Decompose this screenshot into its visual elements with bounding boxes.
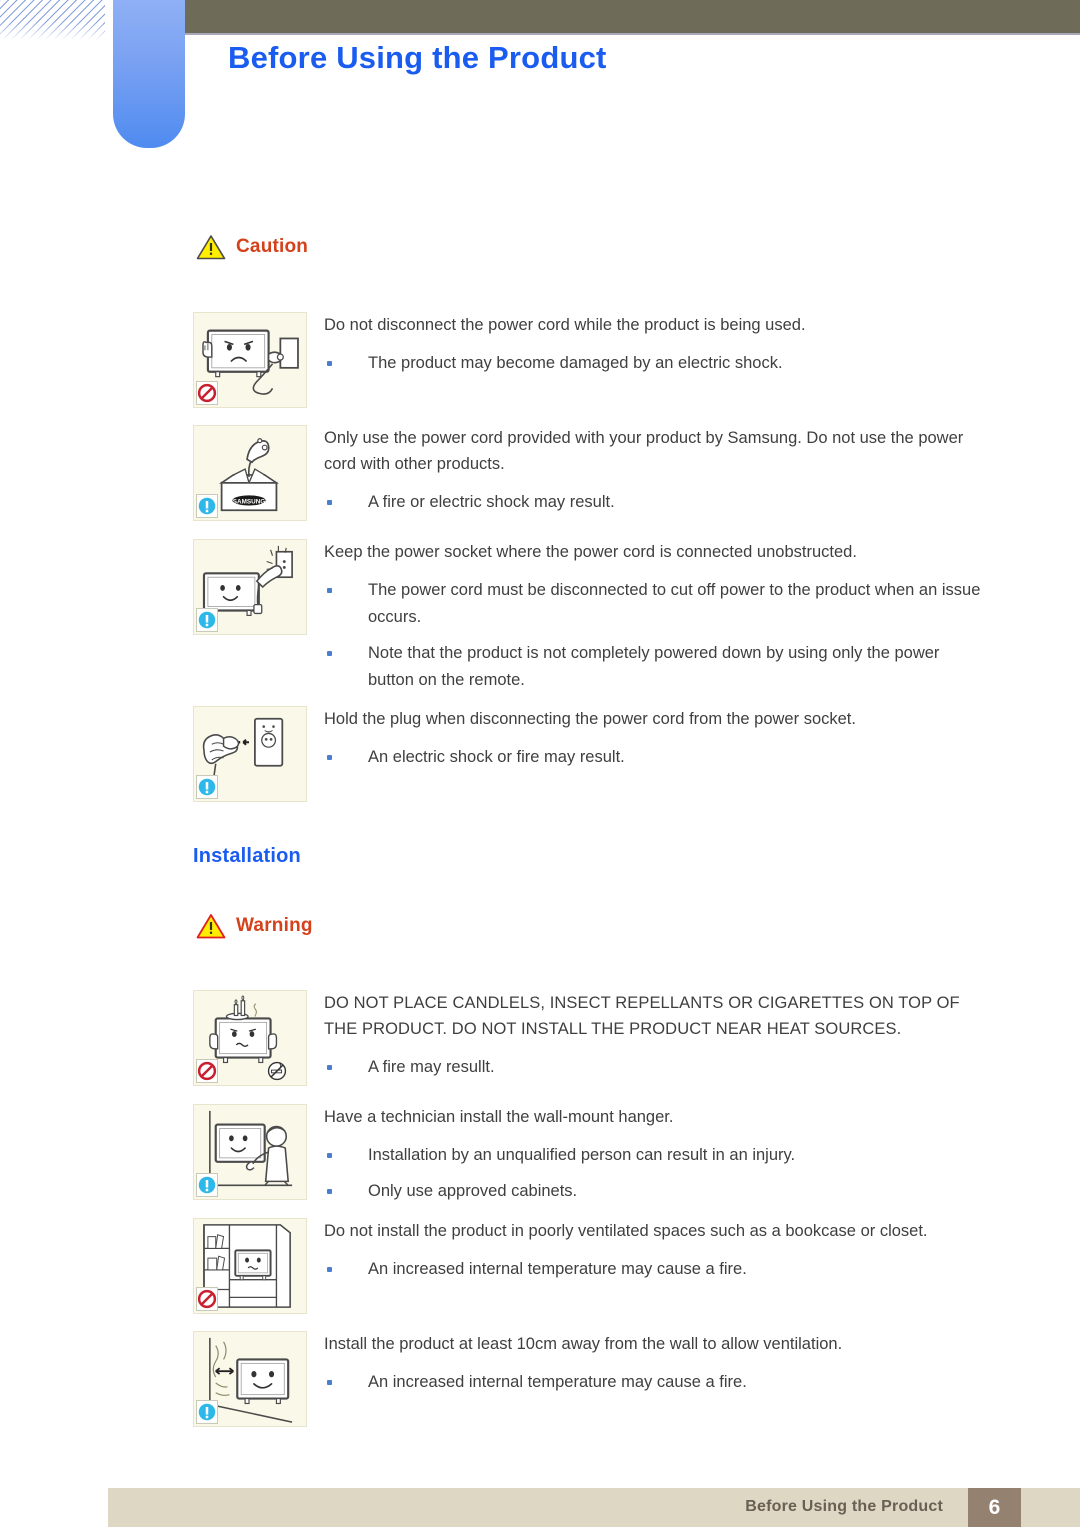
row-bullets: Installation by an unqualified person ca… bbox=[324, 1142, 983, 1205]
prohibition-icon bbox=[196, 381, 218, 405]
warning-triangle-icon bbox=[196, 913, 226, 939]
row-text: Only use the power cord provided with yo… bbox=[324, 425, 983, 516]
info-exclamation-icon bbox=[196, 1400, 218, 1424]
monitor-plug-into-socket-illustration bbox=[193, 539, 307, 635]
header-blue-tab bbox=[113, 0, 185, 148]
document-page: Before Using the Product Caution Do not … bbox=[0, 0, 1080, 1527]
caution-heading: Caution bbox=[196, 234, 308, 260]
row-text: Have a technician install the wall-mount… bbox=[324, 1104, 983, 1205]
row-lead: Do not disconnect the power cord while t… bbox=[324, 316, 806, 334]
samsung-box-power-cord-illustration: SAMSUNG bbox=[193, 425, 307, 521]
row-lead: Keep the power socket where the power co… bbox=[324, 543, 857, 561]
bullet-item: An electric shock or fire may result. bbox=[324, 744, 983, 771]
monitor-unplug-refusal-illustration bbox=[193, 312, 307, 408]
no-smoking-icon bbox=[266, 1059, 288, 1083]
monitor-wall-clearance-illustration bbox=[193, 1331, 307, 1427]
header-bar bbox=[185, 0, 1080, 33]
info-exclamation-icon bbox=[196, 1173, 218, 1197]
row-text: DO NOT PLACE CANDLELS, INSECT REPELLANTS… bbox=[324, 990, 983, 1081]
row-text: Install the product at least 10cm away f… bbox=[324, 1331, 983, 1396]
row-bullets: A fire may resullt. bbox=[324, 1054, 983, 1081]
bullet-item: A fire or electric shock may result. bbox=[324, 489, 983, 516]
caution-label: Caution bbox=[236, 236, 309, 257]
bullet-item: An increased internal temperature may ca… bbox=[324, 1256, 983, 1283]
hand-holding-plug-illustration bbox=[193, 706, 307, 802]
warning-heading: Warning bbox=[196, 913, 313, 939]
row-bullets: The product may become damaged by an ele… bbox=[324, 350, 983, 377]
page-number: 6 bbox=[988, 1495, 1001, 1519]
bullet-item: An increased internal temperature may ca… bbox=[324, 1369, 983, 1396]
row-bullets: An electric shock or fire may result. bbox=[324, 744, 983, 771]
row-lead: Do not install the product in poorly ven… bbox=[324, 1222, 928, 1240]
row-bullets: A fire or electric shock may result. bbox=[324, 489, 983, 516]
monitor-in-bookcase-illustration bbox=[193, 1218, 307, 1314]
bullet-item: Installation by an unqualified person ca… bbox=[324, 1142, 983, 1169]
bullet-item: Only use approved cabinets. bbox=[324, 1178, 983, 1205]
row-lead: Have a technician install the wall-mount… bbox=[324, 1108, 674, 1126]
row-bullets: An increased internal temperature may ca… bbox=[324, 1369, 983, 1396]
row-text: Do not disconnect the power cord while t… bbox=[324, 312, 983, 377]
info-exclamation-icon bbox=[196, 775, 218, 799]
row-lead: Hold the plug when disconnecting the pow… bbox=[324, 710, 856, 728]
row-text: Hold the plug when disconnecting the pow… bbox=[324, 706, 983, 771]
svg-text:SAMSUNG: SAMSUNG bbox=[233, 498, 266, 505]
info-exclamation-icon bbox=[196, 494, 218, 518]
technician-wall-mount-illustration bbox=[193, 1104, 307, 1200]
bullet-item: Note that the product is not completely … bbox=[324, 640, 983, 694]
bullet-item: The product may become damaged by an ele… bbox=[324, 350, 983, 377]
row-bullets: An increased internal temperature may ca… bbox=[324, 1256, 983, 1283]
page-title: Before Using the Product bbox=[228, 40, 607, 75]
row-lead: DO NOT PLACE CANDLELS, INSECT REPELLANTS… bbox=[324, 994, 960, 1038]
warning-label: Warning bbox=[236, 915, 313, 936]
footer-page-box: 6 bbox=[968, 1488, 1021, 1527]
bullet-item: A fire may resullt. bbox=[324, 1054, 983, 1081]
bullet-item: The power cord must be disconnected to c… bbox=[324, 577, 983, 631]
installation-heading: Installation bbox=[193, 845, 301, 867]
header-rule bbox=[185, 33, 1080, 35]
warning-triangle-icon bbox=[196, 234, 226, 260]
row-bullets: The power cord must be disconnected to c… bbox=[324, 577, 983, 694]
prohibition-icon bbox=[196, 1287, 218, 1311]
decorative-hatch-fade bbox=[0, 0, 105, 40]
info-exclamation-icon bbox=[196, 608, 218, 632]
row-text: Do not install the product in poorly ven… bbox=[324, 1218, 983, 1283]
row-lead: Only use the power cord provided with yo… bbox=[324, 429, 964, 473]
prohibition-icon bbox=[196, 1059, 218, 1083]
footer-label: Before Using the Product bbox=[745, 1498, 943, 1515]
row-lead: Install the product at least 10cm away f… bbox=[324, 1335, 843, 1353]
row-text: Keep the power socket where the power co… bbox=[324, 539, 983, 694]
candles-on-monitor-illustration bbox=[193, 990, 307, 1086]
